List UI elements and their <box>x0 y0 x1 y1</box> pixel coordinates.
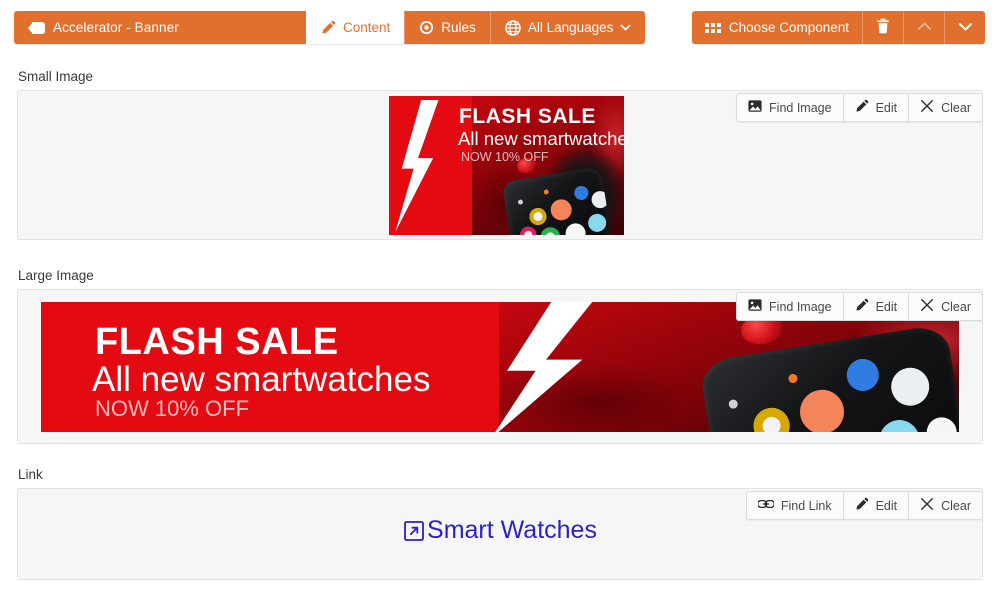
link-value[interactable]: Smart Watches <box>18 516 982 545</box>
banner-line3-small: NOW 10% OFF <box>461 150 549 164</box>
edit-link-label: Edit <box>875 498 898 513</box>
tab-content-label: Content <box>343 20 391 35</box>
clear-image-label-large: Clear <box>941 299 971 314</box>
clear-image-button-large[interactable]: Clear <box>908 293 982 320</box>
lightning-bolt-small <box>395 100 439 232</box>
delete-component-button[interactable] <box>862 11 903 44</box>
large-image-actions: Find Image Edit Clear <box>736 292 983 321</box>
link-panel: Smart Watches Find Link Edit Clear <box>17 488 983 580</box>
link-value-text: Smart Watches <box>427 516 597 544</box>
tab-all-languages-label: All Languages <box>527 20 614 35</box>
trash-icon <box>876 18 890 37</box>
tab-all-languages[interactable]: All Languages <box>489 11 646 44</box>
small-image-panel: FLASH SALE All new smartwatches NOW 10% … <box>17 90 983 240</box>
tab-rules[interactable]: Rules <box>404 11 490 44</box>
banner-line2-small: All new smartwatches <box>458 128 624 149</box>
choose-component-label: Choose Component <box>728 20 849 35</box>
close-icon <box>920 497 934 514</box>
clear-image-button-small[interactable]: Clear <box>908 94 982 121</box>
tab-content[interactable]: Content <box>306 11 405 44</box>
edit-image-button-large[interactable]: Edit <box>842 293 909 320</box>
find-image-label-small: Find Image <box>769 100 832 115</box>
image-icon <box>748 298 762 315</box>
find-image-button-small[interactable]: Find Image <box>737 94 843 121</box>
image-icon <box>748 99 762 116</box>
move-component-down-button[interactable] <box>944 11 985 44</box>
clear-link-button[interactable]: Clear <box>908 492 982 519</box>
large-image-label: Large Image <box>18 268 94 283</box>
large-image-panel: FLASH SALE All new smartwatches NOW 10% … <box>17 289 983 444</box>
find-image-label-large: Find Image <box>769 299 832 314</box>
chevron-down-icon <box>958 19 973 37</box>
pencil-icon <box>855 298 869 315</box>
chevron-up-icon <box>917 19 932 37</box>
link-label: Link <box>18 467 43 482</box>
pencil-icon <box>321 20 336 35</box>
find-link-label: Find Link <box>780 498 832 513</box>
grid-icon <box>704 22 721 33</box>
pencil-icon <box>855 497 869 514</box>
component-header-right-group: Choose Component <box>691 11 985 44</box>
small-image-label: Small Image <box>18 69 94 84</box>
clear-link-label: Clear <box>941 498 971 513</box>
tag-icon <box>28 21 45 34</box>
external-link-icon <box>403 520 425 542</box>
edit-image-label-large: Edit <box>875 299 898 314</box>
move-component-up-button[interactable] <box>903 11 944 44</box>
find-image-button-large[interactable]: Find Image <box>737 293 843 320</box>
component-header-left-group: Accelerator - Banner Content Rules All L… <box>14 11 646 44</box>
component-title-text: Accelerator - Banner <box>53 20 179 35</box>
small-image-preview: FLASH SALE All new smartwatches NOW 10% … <box>389 96 624 235</box>
pencil-icon <box>855 99 869 116</box>
find-link-button[interactable]: Find Link <box>746 492 843 519</box>
small-image-actions: Find Image Edit Clear <box>736 93 983 122</box>
edit-link-button[interactable]: Edit <box>842 492 909 519</box>
banner-line3-large: NOW 10% OFF <box>95 396 250 421</box>
large-image-preview: FLASH SALE All new smartwatches NOW 10% … <box>41 302 959 432</box>
banner-line1-large: FLASH SALE <box>95 321 339 363</box>
choose-component-button[interactable]: Choose Component <box>691 11 862 44</box>
banner-line1-small: FLASH SALE <box>459 105 596 128</box>
chevron-down-icon <box>620 22 631 33</box>
close-icon <box>920 99 934 116</box>
banner-line2-large: All new smartwatches <box>92 360 431 399</box>
edit-image-button-small[interactable]: Edit <box>842 94 909 121</box>
globe-icon <box>505 19 521 36</box>
close-icon <box>920 298 934 315</box>
eye-icon <box>419 20 434 35</box>
link-actions: Find Link Edit Clear <box>745 491 983 520</box>
tab-rules-label: Rules <box>441 20 476 35</box>
link-icon <box>756 497 775 514</box>
clear-image-label-small: Clear <box>941 100 971 115</box>
component-header-bar: Accelerator - Banner Content Rules All L… <box>0 0 1000 52</box>
edit-image-label-small: Edit <box>875 100 898 115</box>
component-title-chip: Accelerator - Banner <box>14 11 306 44</box>
